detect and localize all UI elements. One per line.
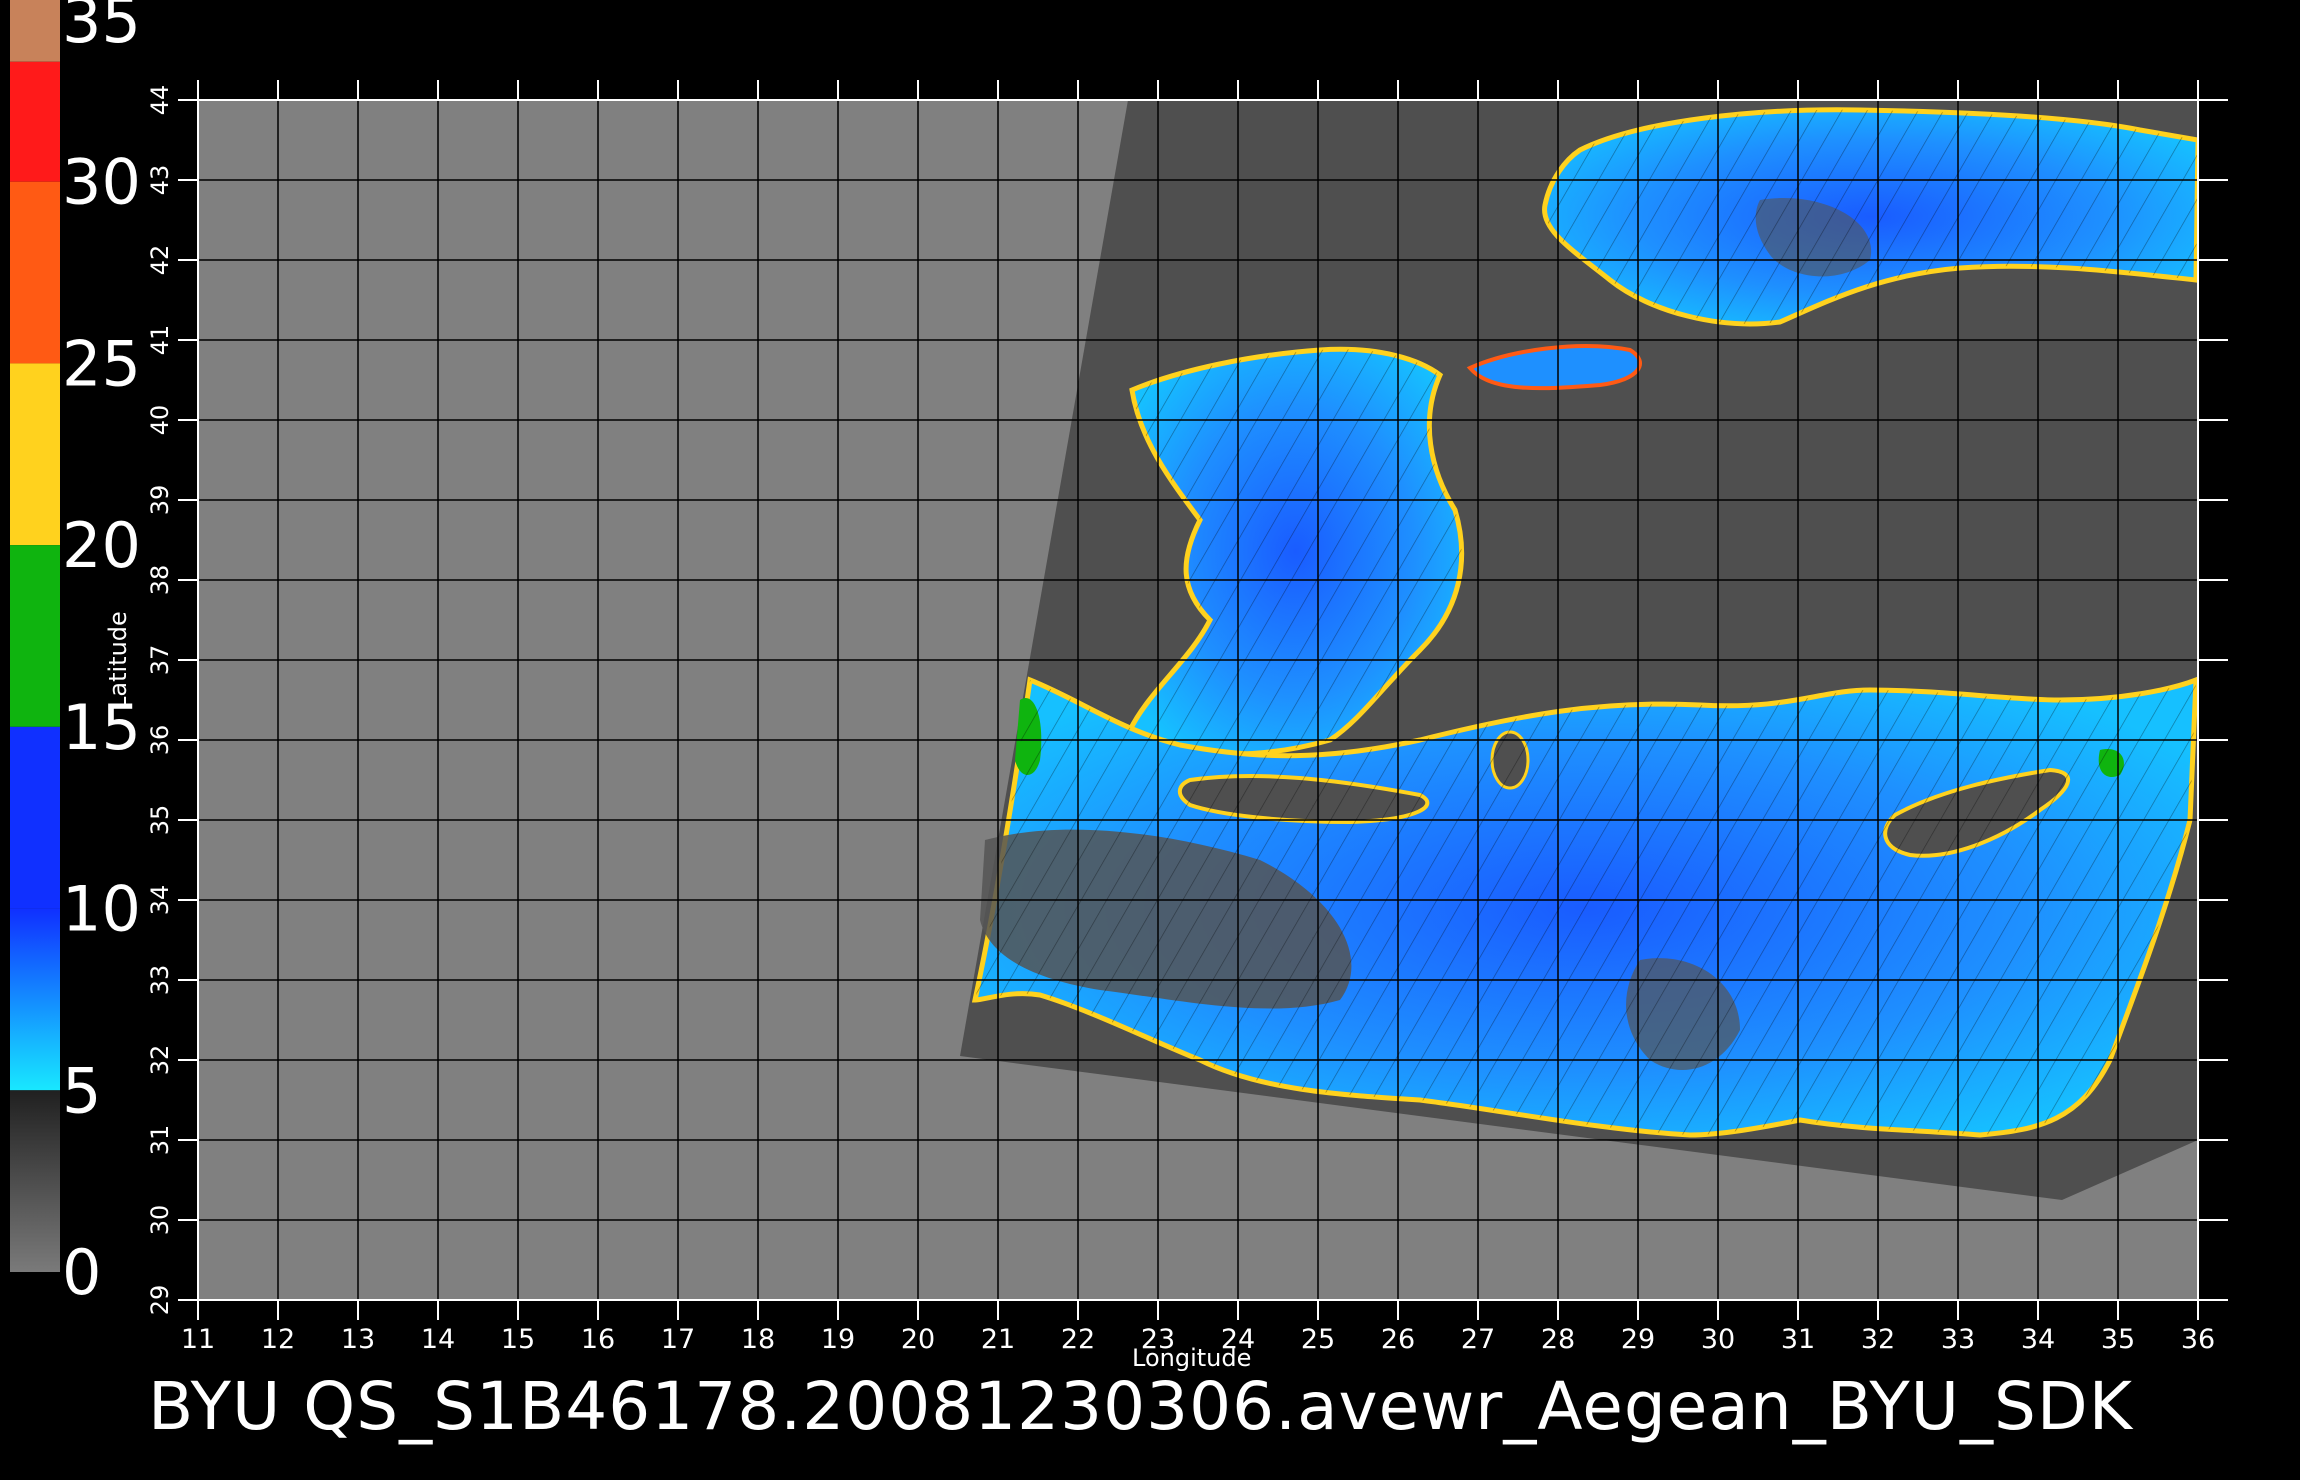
colorbar-segment — [10, 545, 60, 727]
x-tick-label: 12 — [261, 1324, 295, 1355]
x-tick-label: 14 — [421, 1324, 455, 1355]
x-tick-label: 26 — [1381, 1324, 1415, 1355]
colorbar-segment — [10, 908, 60, 1091]
y-tick-label: 41 — [146, 325, 174, 356]
x-tick-label: 28 — [1541, 1324, 1575, 1355]
y-tick-label: 36 — [146, 725, 174, 756]
colorbar-label: 35 — [62, 0, 141, 57]
x-tick-label: 30 — [1701, 1324, 1735, 1355]
x-tick-label: 32 — [1861, 1324, 1895, 1355]
y-tick-label: 42 — [146, 245, 174, 276]
y-tick-label: 43 — [146, 165, 174, 196]
x-tick-label: 15 — [501, 1324, 535, 1355]
x-tick-label: 17 — [661, 1324, 695, 1355]
y-axis-label: Latitude — [104, 611, 132, 710]
y-tick-label: 39 — [146, 485, 174, 516]
y-tick-label: 35 — [146, 805, 174, 836]
wind-map-figure: 35 30 25 20 15 10 5 0 11 12 13 14 15 16 17 18 1… — [10, 0, 2228, 1355]
x-tick-label: 18 — [741, 1324, 775, 1355]
y-tick-label: 37 — [146, 645, 174, 676]
x-tick-label: 19 — [821, 1324, 855, 1355]
x-tick-label: 20 — [901, 1324, 935, 1355]
y-tick-label: 38 — [146, 565, 174, 596]
x-tick-label: 33 — [1941, 1324, 1975, 1355]
x-tick-label: 21 — [981, 1324, 1015, 1355]
colorbar-label: 20 — [62, 509, 141, 582]
colorbar-segment — [10, 181, 60, 364]
x-tick-label: 25 — [1301, 1324, 1335, 1355]
x-tick-label: 35 — [2101, 1324, 2135, 1355]
colorbar-label: 25 — [62, 327, 141, 400]
y-tick-label: 29 — [146, 1285, 174, 1316]
y-tick-label: 31 — [146, 1125, 174, 1156]
x-tick-label: 31 — [1781, 1324, 1815, 1355]
colorbar-label: 10 — [62, 873, 141, 946]
x-tick-label: 13 — [341, 1324, 375, 1355]
x-tick-label: 36 — [2181, 1324, 2215, 1355]
colorbar-segment — [10, 363, 60, 546]
colorbar-segment — [10, 0, 60, 62]
colorbar-segment — [10, 61, 60, 182]
y-tick-label: 34 — [146, 885, 174, 916]
colorbar-label: 0 — [62, 1236, 101, 1309]
x-tick-label: 11 — [181, 1324, 215, 1355]
x-tick-label: 22 — [1061, 1324, 1095, 1355]
x-tick-label: 29 — [1621, 1324, 1655, 1355]
y-tick-label: 44 — [146, 85, 174, 116]
y-tick-label: 40 — [146, 405, 174, 436]
x-tick-label: 16 — [581, 1324, 615, 1355]
colorbar-label: 5 — [62, 1054, 101, 1127]
y-tick-label: 30 — [146, 1205, 174, 1236]
y-tick-label: 32 — [146, 1045, 174, 1076]
y-tick-label: 33 — [146, 965, 174, 996]
footer-title: BYU QS_S1B46178.20081230306.avewr_Aegean… — [148, 1368, 2133, 1445]
colorbar-label: 30 — [62, 146, 141, 219]
colorbar-segment — [10, 1090, 60, 1272]
x-tick-label: 34 — [2021, 1324, 2055, 1355]
colorbar-segment — [10, 726, 60, 909]
x-tick-label: 27 — [1461, 1324, 1495, 1355]
